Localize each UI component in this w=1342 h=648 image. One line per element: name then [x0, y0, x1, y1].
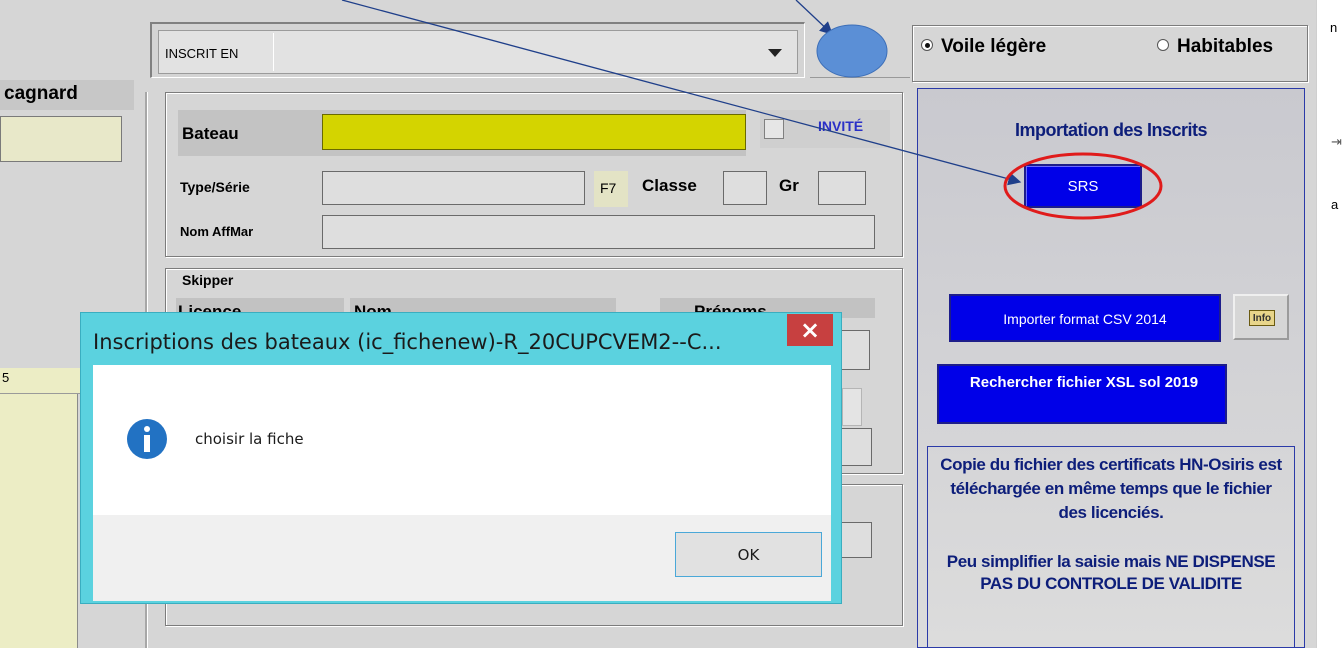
annotation-arrow-to-circle: [795, 0, 833, 35]
dialog-title: Inscriptions des bateaux (ic_fichenew)-R…: [93, 330, 722, 354]
dialog-footer: OK: [93, 515, 831, 601]
dialog-body: choisir la fiche: [93, 365, 831, 515]
dialog-message: choisir la fiche: [195, 430, 304, 448]
close-icon: ×: [799, 316, 821, 344]
ok-label: OK: [737, 546, 760, 564]
info-icon: [127, 419, 167, 459]
message-dialog: Inscriptions des bateaux (ic_fichenew)-R…: [80, 312, 842, 604]
dialog-close-button[interactable]: ×: [787, 314, 833, 346]
annotation-ellipse: [1003, 152, 1163, 220]
annotation-arrow-to-srs: [341, 0, 1022, 186]
annotation-circle: [816, 24, 888, 78]
ok-button[interactable]: OK: [675, 532, 822, 577]
